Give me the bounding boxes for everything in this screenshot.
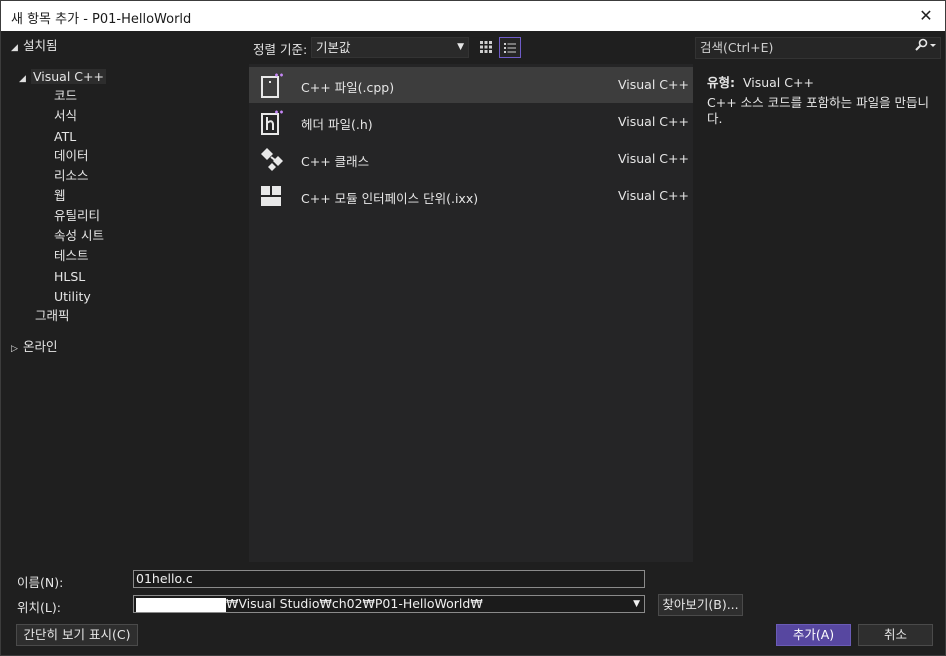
- browse-button[interactable]: 찾아보기(B)...: [658, 594, 743, 616]
- template-language: Visual C++: [618, 114, 689, 129]
- template-item-cpp-class[interactable]: C++ 클래스 Visual C++: [249, 141, 693, 177]
- tree-node-online[interactable]: ▷ 온라인: [11, 337, 58, 357]
- location-combobox[interactable]: ₩Visual Studio₩ch02₩P01-HelloWorld₩ ▼: [133, 595, 645, 613]
- name-label: 이름(N):: [17, 575, 64, 590]
- tree-label-visual-cpp: Visual C++: [31, 69, 106, 84]
- tree-node-visual-cpp[interactable]: ◢ Visual C++: [19, 67, 106, 87]
- name-value: 01hello.c: [136, 571, 193, 586]
- window-title: 새 항목 추가 - P01-HelloWorld: [11, 12, 192, 27]
- template-name: C++ 파일(.cpp): [301, 80, 395, 95]
- template-item-cpp-file[interactable]: C++ 파일(.cpp) Visual C++: [249, 67, 693, 103]
- search-input[interactable]: 검색(Ctrl+E): [695, 37, 941, 59]
- search-placeholder: 검색(Ctrl+E): [700, 40, 774, 55]
- collapsed-arrow-icon: ▷: [11, 344, 18, 354]
- close-icon[interactable]: ✕: [913, 4, 939, 28]
- detail-panel: 유형: Visual C++ C++ 소스 코드를 포함하는 파일을 만듭니다.: [697, 64, 941, 562]
- template-name: C++ 클래스: [301, 154, 370, 169]
- expanded-arrow-icon: ◢: [19, 74, 26, 84]
- tree-item-hlsl[interactable]: HLSL: [54, 267, 85, 287]
- tree-item-utility-ko[interactable]: 유틸리티: [54, 206, 100, 226]
- module-icon: [261, 186, 281, 206]
- cpp-class-icon: [261, 148, 283, 171]
- redacted-path: [136, 597, 226, 612]
- location-value: ₩Visual Studio₩ch02₩P01-HelloWorld₩: [226, 596, 483, 611]
- add-new-item-dialog: 새 항목 추가 - P01-HelloWorld ✕ ◢ 설치됨 ◢ Visual …: [0, 0, 946, 656]
- cpp-file-icon: [261, 73, 283, 98]
- bottom-form: 이름(N): 01hello.c 위치(L): ₩Visual Studio₩c…: [1, 563, 945, 655]
- template-language: Visual C++: [618, 77, 689, 92]
- tree-item-data[interactable]: 데이터: [54, 146, 89, 166]
- type-label: 유형:: [707, 75, 735, 90]
- location-label: 위치(L):: [17, 600, 61, 615]
- tree-item-resource[interactable]: 리소스: [54, 166, 89, 186]
- template-name: C++ 모듈 인터페이스 단위(.ixx): [301, 191, 479, 206]
- tree-label-installed: 설치됨: [23, 38, 58, 53]
- list-view-button[interactable]: [499, 37, 521, 58]
- tree-item-graphics[interactable]: 그래픽: [35, 306, 70, 326]
- tree-item-utility[interactable]: Utility: [54, 287, 91, 307]
- template-language: Visual C++: [618, 188, 689, 203]
- cancel-button[interactable]: 취소: [858, 624, 933, 646]
- template-item-module-interface[interactable]: C++ 모듈 인터페이스 단위(.ixx) Visual C++: [249, 178, 693, 214]
- template-name: 헤더 파일(.h): [301, 117, 373, 132]
- sort-value: 기본값: [316, 40, 351, 55]
- tree-item-test[interactable]: 테스트: [54, 246, 89, 266]
- template-description: C++ 소스 코드를 포함하는 파일을 만듭니다.: [707, 95, 930, 126]
- tree-item-format[interactable]: 서식: [54, 106, 77, 126]
- template-list: C++ 파일(.cpp) Visual C++ 헤더 파일(.h) Visual…: [249, 64, 693, 562]
- header-file-icon: [261, 110, 283, 135]
- chevron-down-icon[interactable]: ▼: [633, 596, 640, 612]
- tree-item-code[interactable]: 코드: [54, 86, 77, 106]
- compact-view-button[interactable]: 간단히 보기 표시(C): [16, 624, 138, 646]
- add-button[interactable]: 추가(A): [776, 624, 851, 646]
- category-tree: ◢ 설치됨 ◢ Visual C++ 코드 서식 ATL 데이터 리소스 웹 유틸리…: [1, 31, 247, 561]
- sort-dropdown[interactable]: 기본값 ▼: [311, 37, 469, 58]
- title-bar: 새 항목 추가 - P01-HelloWorld ✕: [1, 1, 945, 31]
- tree-item-web[interactable]: 웹: [54, 186, 66, 206]
- tree-label-online: 온라인: [23, 339, 58, 354]
- grid-view-icon: [480, 41, 492, 53]
- type-row: 유형: Visual C++: [707, 72, 814, 91]
- chevron-down-icon: ▼: [457, 42, 464, 52]
- sort-label: 정렬 기준:: [253, 42, 308, 57]
- template-item-header-file[interactable]: 헤더 파일(.h) Visual C++: [249, 104, 693, 140]
- expanded-arrow-icon: ◢: [11, 43, 18, 53]
- tree-node-installed[interactable]: ◢ 설치됨: [11, 36, 58, 56]
- name-input[interactable]: 01hello.c: [133, 570, 645, 588]
- type-value: Visual C++: [742, 75, 814, 90]
- list-view-icon: [504, 43, 516, 53]
- grid-view-button[interactable]: [475, 37, 497, 58]
- tree-item-atl[interactable]: ATL: [54, 127, 76, 147]
- template-language: Visual C++: [618, 151, 689, 166]
- search-icon[interactable]: [914, 38, 936, 58]
- tree-item-property-sheet[interactable]: 속성 시트: [54, 226, 104, 246]
